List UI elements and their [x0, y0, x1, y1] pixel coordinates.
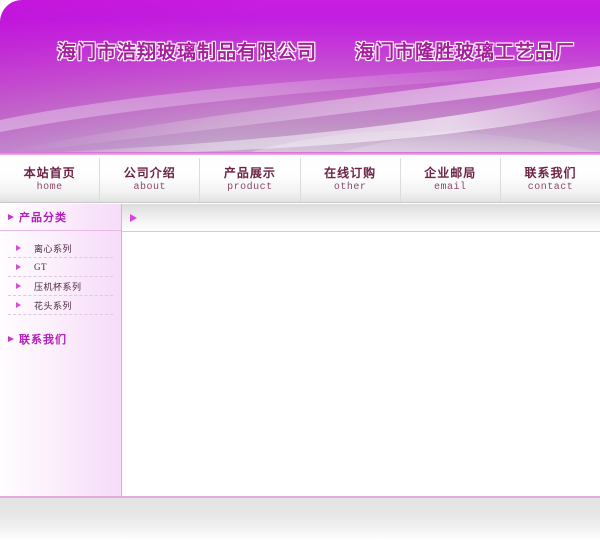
triangle-right-icon: [8, 283, 30, 289]
category-label: GT: [34, 262, 47, 272]
nav-label-en: about: [133, 182, 167, 193]
nav-item-about[interactable]: 公司介绍 about: [100, 158, 201, 202]
nav-label-cn: 公司介绍: [123, 166, 176, 180]
nav-label-en: home: [36, 182, 63, 193]
page-root: 海门市浩翔玻璃制品有限公司 海门市隆胜玻璃工艺品厂 本站首页 home 公司介绍…: [0, 0, 600, 540]
list-item[interactable]: 压机杯系列: [8, 277, 113, 296]
nav-label-en: product: [227, 182, 273, 193]
triangle-right-icon: [130, 213, 137, 222]
product-category-list: 离心系列 GT 压机杯系列 花头系列: [8, 239, 113, 315]
nav-label-cn: 在线订购: [324, 166, 377, 180]
triangle-right-icon: [8, 245, 30, 251]
main-panel-header: [122, 204, 600, 232]
banner-gradient-overlay: [0, 0, 600, 155]
sidebar-heading-products[interactable]: 产品分类: [0, 204, 121, 231]
nav-label-cn: 企业邮局: [424, 166, 477, 180]
triangle-right-icon: [8, 302, 30, 308]
page-footer: [0, 496, 600, 540]
nav-item-product[interactable]: 产品展示 product: [200, 158, 301, 202]
main-panel-body: [122, 232, 600, 496]
nav-label-cn: 联系我们: [524, 166, 577, 180]
category-label: 离心系列: [34, 243, 73, 254]
sidebar: 产品分类 离心系列 GT 压机杯系列 花头系列 联系我们: [0, 204, 122, 496]
main-navigation: 本站首页 home 公司介绍 about 产品展示 product 在线订购 o…: [0, 158, 600, 203]
category-label: 花头系列: [34, 300, 73, 311]
banner-divider: [0, 152, 600, 155]
list-item[interactable]: 花头系列: [8, 296, 113, 315]
nav-item-order[interactable]: 在线订购 other: [301, 158, 401, 202]
sidebar-heading-label: 联系我们: [19, 333, 67, 346]
list-item[interactable]: 离心系列: [8, 239, 113, 258]
category-label: 压机杯系列: [34, 281, 82, 292]
sidebar-heading-label: 产品分类: [19, 212, 67, 224]
company-title-primary: 海门市浩翔玻璃制品有限公司: [57, 42, 318, 63]
main-panel: [122, 204, 600, 496]
nav-label-cn: 产品展示: [223, 166, 276, 180]
triangle-right-icon: [8, 335, 14, 342]
nav-label-en: email: [434, 182, 467, 193]
triangle-right-icon: [8, 264, 30, 270]
content-area: 产品分类 离心系列 GT 压机杯系列 花头系列 联系我们: [0, 204, 600, 496]
nav-item-home[interactable]: 本站首页 home: [0, 158, 101, 202]
nav-label-cn: 本站首页: [23, 166, 76, 180]
site-banner: 海门市浩翔玻璃制品有限公司 海门市隆胜玻璃工艺品厂: [0, 0, 600, 155]
nav-label-en: contact: [527, 182, 574, 193]
nav-item-contact[interactable]: 联系我们 contact: [501, 158, 600, 202]
banner-titles: 海门市浩翔玻璃制品有限公司 海门市隆胜玻璃工艺品厂: [0, 40, 600, 70]
nav-item-email[interactable]: 企业邮局 email: [401, 158, 501, 202]
list-item[interactable]: GT: [8, 258, 113, 277]
sidebar-heading-contact[interactable]: 联系我们: [0, 325, 121, 352]
company-title-secondary: 海门市隆胜玻璃工艺品厂: [355, 42, 576, 63]
nav-label-en: other: [333, 182, 367, 193]
triangle-right-icon: [8, 214, 14, 220]
